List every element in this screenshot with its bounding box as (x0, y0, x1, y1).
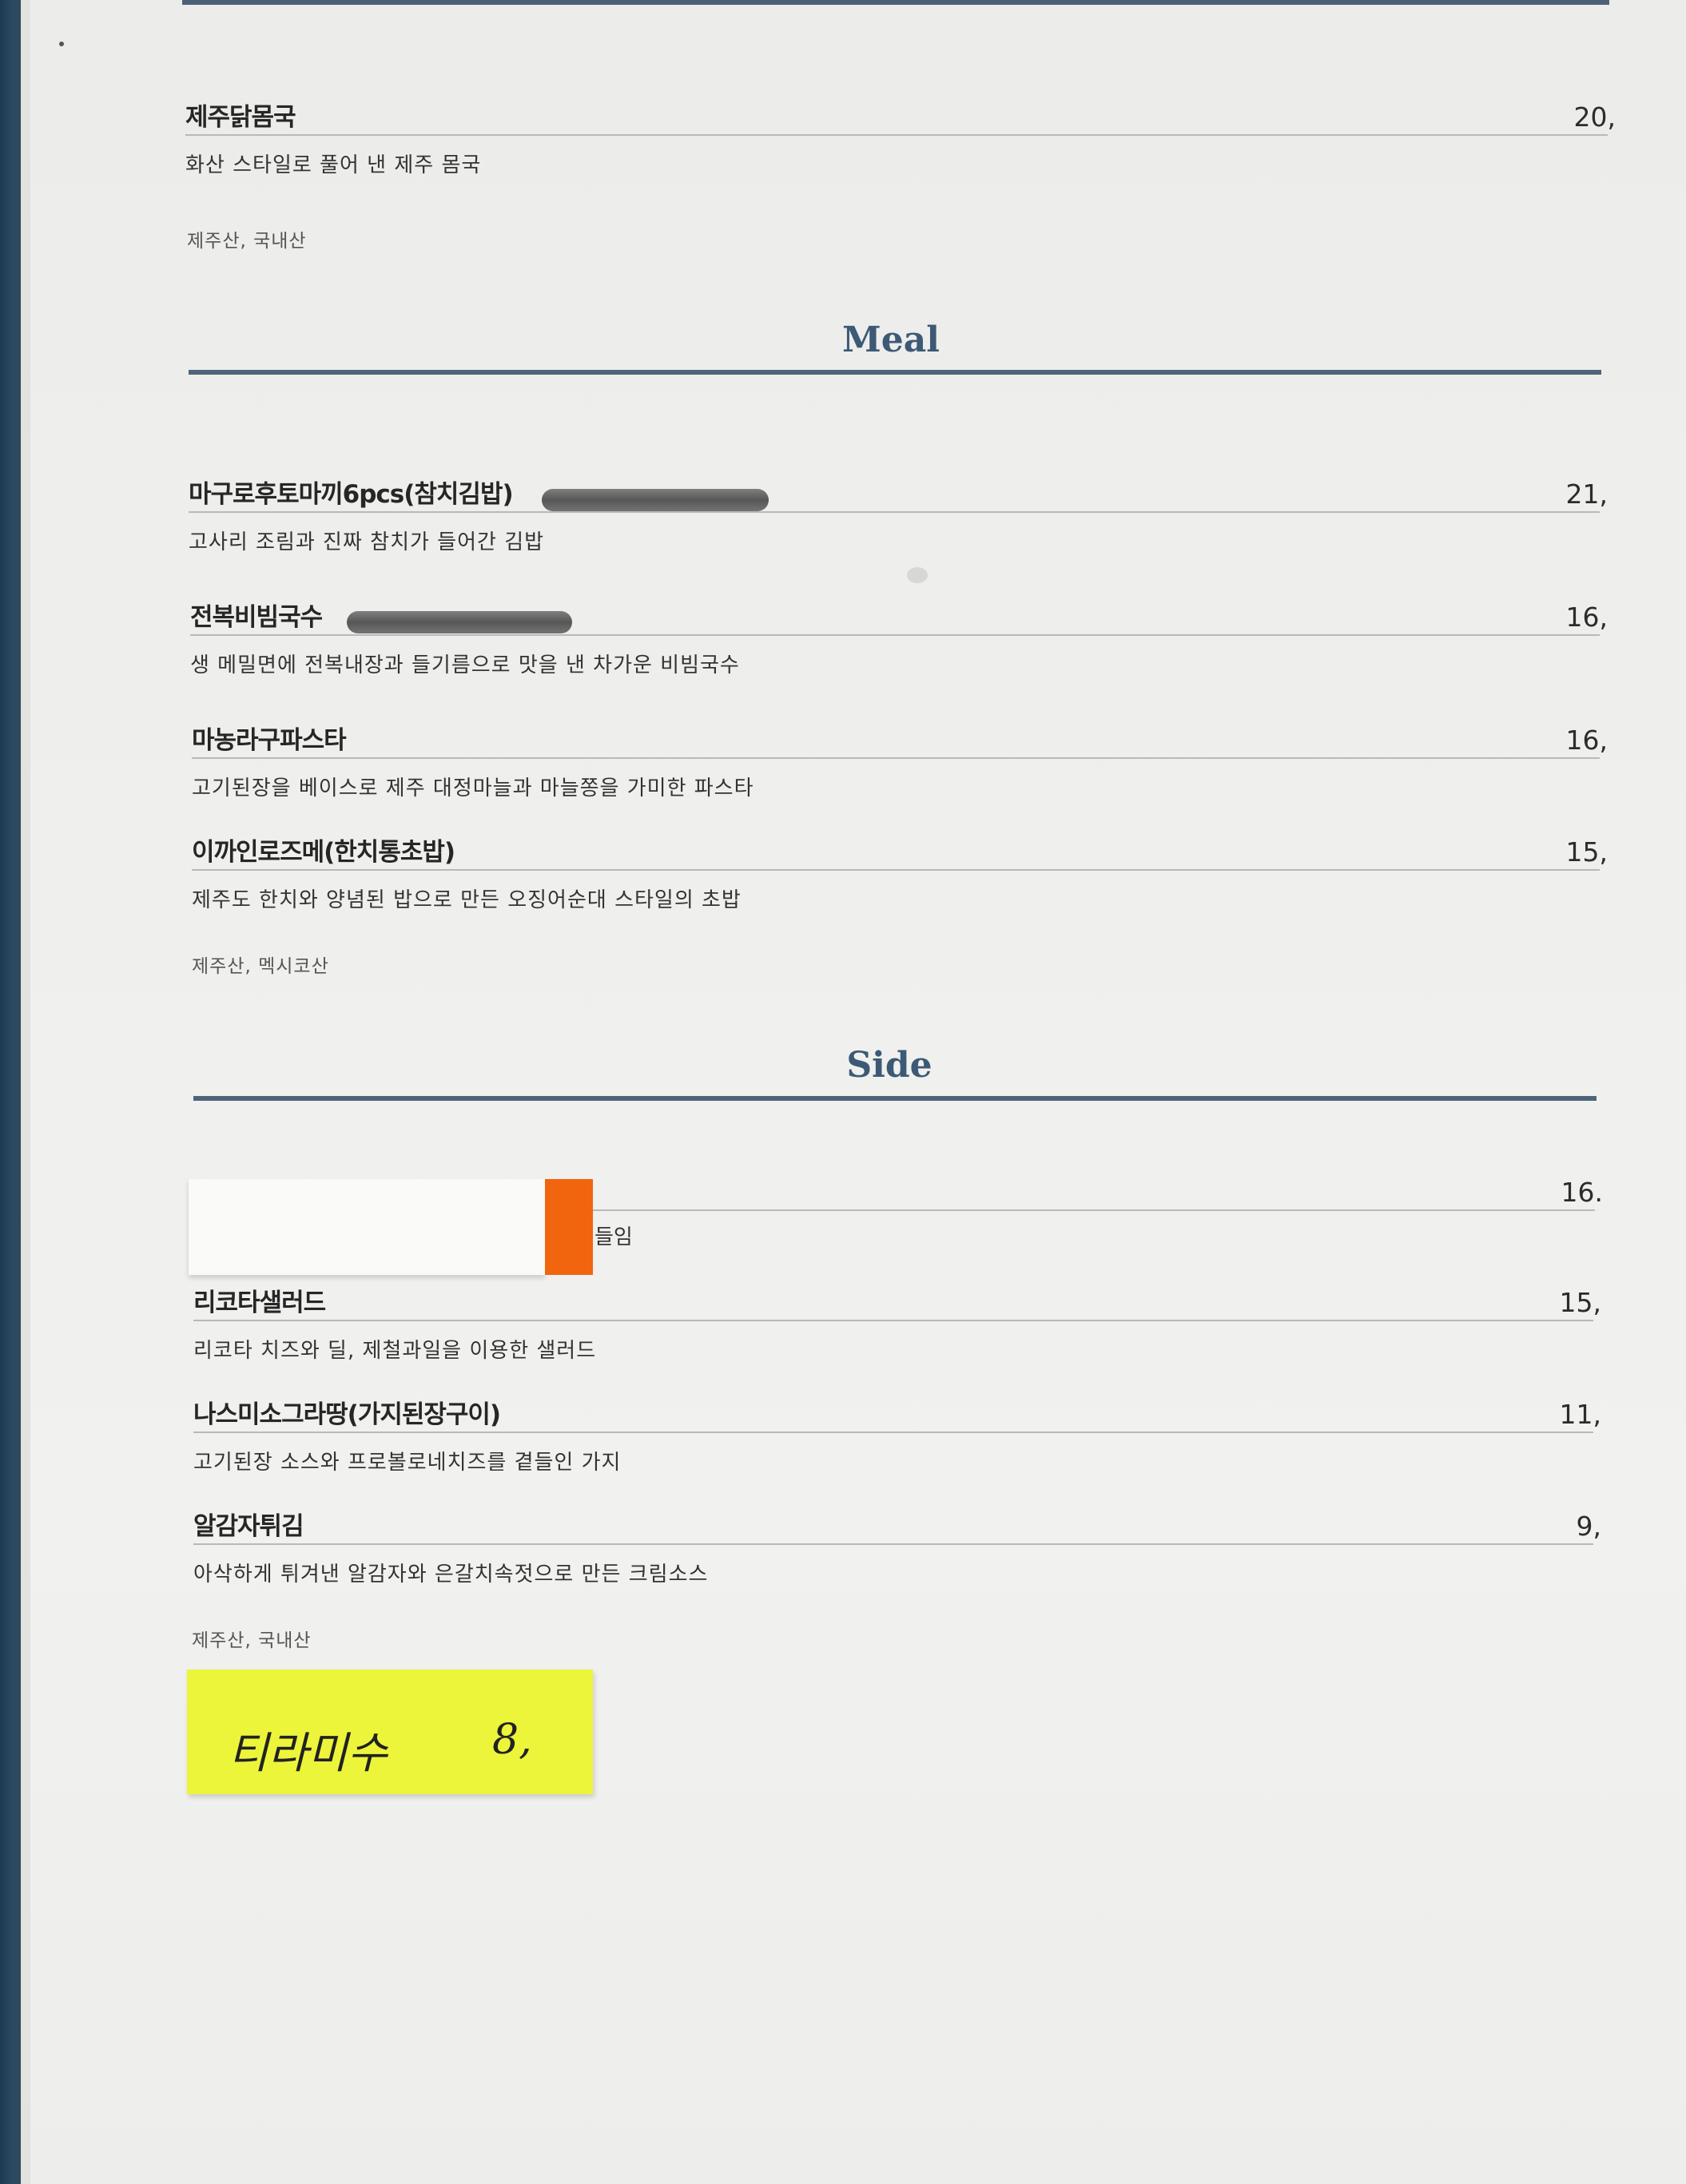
menu-item-name: 이까인로즈메(한치통초밥) (192, 838, 455, 867)
menu-item-price: 15, (1565, 836, 1608, 868)
menu-item: 마농라구파스타 16, 고기된장을 베이스로 제주 대정마늘과 마늘쫑을 가미한… (192, 724, 1608, 800)
sticky-note-item-price: 8, (492, 1716, 532, 1764)
menu-item-description: 생 메밀면에 전복내장과 들기름으로 맛을 낸 차가운 비빔국수 (190, 653, 740, 677)
menu-item: 이까인로즈메(한치통초밥) 15, 제주도 한치와 양념된 밥으로 만든 오징어… (192, 836, 1608, 912)
menu-item-description: 아삭하게 튀겨낸 알감자와 은갈치속젓으로 만든 크림소스 (193, 1563, 709, 1586)
menu-item-row: 제주닭몸국 20, (185, 101, 1616, 136)
paper-smudge (907, 567, 928, 583)
menu-item: 알감자튀김 9, 아삭하게 튀겨낸 알감자와 은갈치속젓으로 만든 크림소스 (193, 1510, 1601, 1586)
menu-item-price: 16, (1565, 602, 1608, 633)
menu-item-price: 11, (1559, 1399, 1601, 1430)
section-rule-meal (189, 370, 1601, 375)
menu-item-price: 9, (1576, 1511, 1602, 1542)
menu-item-description: 고기된장 소스와 프로볼로네치즈를 곁들인 가지 (193, 1451, 622, 1475)
origin-note: 제주산, 국내산 (187, 231, 307, 252)
menu-item: 제주닭몸국 20, 화산 스타일로 풀어 낸 제주 몸국 (185, 101, 1616, 177)
menu-item-description-tail: 들임 (594, 1225, 633, 1249)
menu-item: 마구로후토마끼6pcs(참치김밥) 21, 고사리 조림과 진짜 참치가 들어간… (189, 478, 1608, 554)
menu-item-row: 마농라구파스타 16, (192, 724, 1608, 759)
top-section-rule (182, 0, 1609, 5)
redacted-scribble (347, 611, 572, 633)
menu-item-row: 나스미소그라땅(가지된장구이) 11, (193, 1398, 1601, 1433)
orange-tape (545, 1179, 593, 1275)
menu-item-name: 전복비빔국수 (190, 603, 323, 632)
menu-item-price: 21, (1565, 478, 1608, 510)
menu-item-name: 알감자튀김 (193, 1512, 304, 1541)
origin-note: 제주산, 멕시코산 (192, 956, 329, 977)
menu-item-description: 리코타 치즈와 딜, 제철과일을 이용한 샐러드 (193, 1339, 597, 1363)
section-rule-side (193, 1096, 1597, 1101)
paper-cover-strip (189, 1179, 545, 1275)
paper-speck (59, 42, 64, 46)
sticky-note: 티라미수 8, (187, 1670, 593, 1794)
menu-item-description: 고사리 조림과 진짜 참치가 들어간 김밥 (189, 530, 545, 554)
menu-item-name: 리코타샐러드 (193, 1289, 326, 1317)
menu-item-name: 제주닭몸국 (185, 103, 296, 132)
section-title-side: Side (846, 1045, 932, 1086)
menu-item-description: 화산 스타일로 풀어 낸 제주 몸국 (185, 153, 482, 177)
menu-item-description: 제주도 한치와 양념된 밥으로 만든 오징어순대 스타일의 초밥 (192, 888, 742, 912)
menu-item-price: 16, (1565, 725, 1608, 756)
menu-item-price: 15, (1559, 1287, 1601, 1318)
menu-item-name: 마구로후토마끼6pcs(참치김밥) (189, 480, 514, 509)
menu-item-row: 마구로후토마끼6pcs(참치김밥) 21, (189, 478, 1608, 513)
menu-item-description: 고기된장을 베이스로 제주 대정마늘과 마늘쫑을 가미한 파스타 (192, 776, 754, 800)
menu-item: 리코타샐러드 15, 리코타 치즈와 딜, 제철과일을 이용한 샐러드 (193, 1286, 1601, 1363)
menu-item-name: 나스미소그라땅(가지된장구이) (193, 1400, 501, 1429)
menu-item-row: 리코타샐러드 15, (193, 1286, 1601, 1321)
menu-item-name: 마농라구파스타 (192, 726, 347, 755)
menu-item-price: 16. (1561, 1177, 1603, 1208)
menu-item-price: 20, (1573, 101, 1616, 133)
menu-item: 나스미소그라땅(가지된장구이) 11, 고기된장 소스와 프로볼로네치즈를 곁들… (193, 1398, 1601, 1475)
redacted-scribble (542, 489, 769, 511)
menu-item-row: 알감자튀김 9, (193, 1510, 1601, 1545)
menu-item-row: 이까인로즈메(한치통초밥) 15, (192, 836, 1608, 871)
sticky-note-item-name: 티라미수 (229, 1728, 388, 1778)
origin-note: 제주산, 국내산 (192, 1630, 312, 1651)
section-title-meal: Meal (842, 320, 940, 360)
